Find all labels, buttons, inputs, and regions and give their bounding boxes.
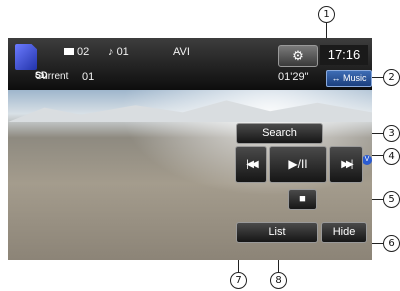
callout-3: 3	[383, 125, 400, 142]
clock: 17:16	[320, 45, 368, 65]
previous-button[interactable]: |◀◀	[235, 146, 267, 183]
play-pause-button[interactable]: ▶/II	[269, 146, 327, 183]
skip-back-icon: ◀◀	[246, 159, 259, 170]
callout-1: 1	[318, 6, 335, 23]
video-playback-area[interactable]: V Search |◀◀ ▶/II ▶▶| ■ List Hide	[8, 90, 372, 260]
callout-4: 4	[383, 148, 400, 165]
folder-icon	[64, 48, 74, 55]
stop-icon: ■	[299, 193, 306, 205]
gear-icon: ⚙	[292, 48, 304, 63]
music-button[interactable]: ↔ Music	[326, 70, 372, 87]
callout-6: 6	[383, 235, 400, 252]
hide-button[interactable]: Hide	[321, 222, 367, 243]
folder-number: 02	[64, 46, 89, 58]
settings-button[interactable]: ⚙	[278, 45, 318, 67]
folder-number-value: 02	[77, 46, 90, 58]
list-button[interactable]: List	[236, 222, 318, 243]
next-button[interactable]: ▶▶|	[329, 146, 363, 183]
elapsed-time: 01'29"	[278, 71, 309, 83]
current-value: 01	[82, 71, 95, 83]
av-source-screen: SD 02 ♪ 01 AVI Current 01 01'29" ⚙ 17:16…	[8, 38, 372, 260]
callout-5: 5	[383, 191, 400, 208]
callout-2: 2	[383, 69, 400, 86]
status-bar: SD 02 ♪ 01 AVI Current 01 01'29" ⚙ 17:16…	[8, 38, 372, 90]
stop-button[interactable]: ■	[288, 189, 317, 210]
callout-7: 7	[230, 272, 247, 289]
play-pause-icon: ▶/II	[288, 157, 308, 171]
video-info-badge: V	[362, 155, 372, 165]
callout-8: 8	[270, 272, 287, 289]
music-note-icon: ♪	[108, 46, 114, 58]
mountain-ridge	[8, 100, 372, 122]
search-button[interactable]: Search	[236, 123, 323, 144]
track-number-value: 01	[116, 46, 129, 58]
sd-card-icon	[15, 44, 37, 70]
skip-forward-icon: ▶▶	[341, 159, 354, 170]
current-label: Current	[35, 71, 69, 82]
track-number: ♪ 01	[108, 46, 129, 58]
file-format: AVI	[173, 46, 190, 58]
